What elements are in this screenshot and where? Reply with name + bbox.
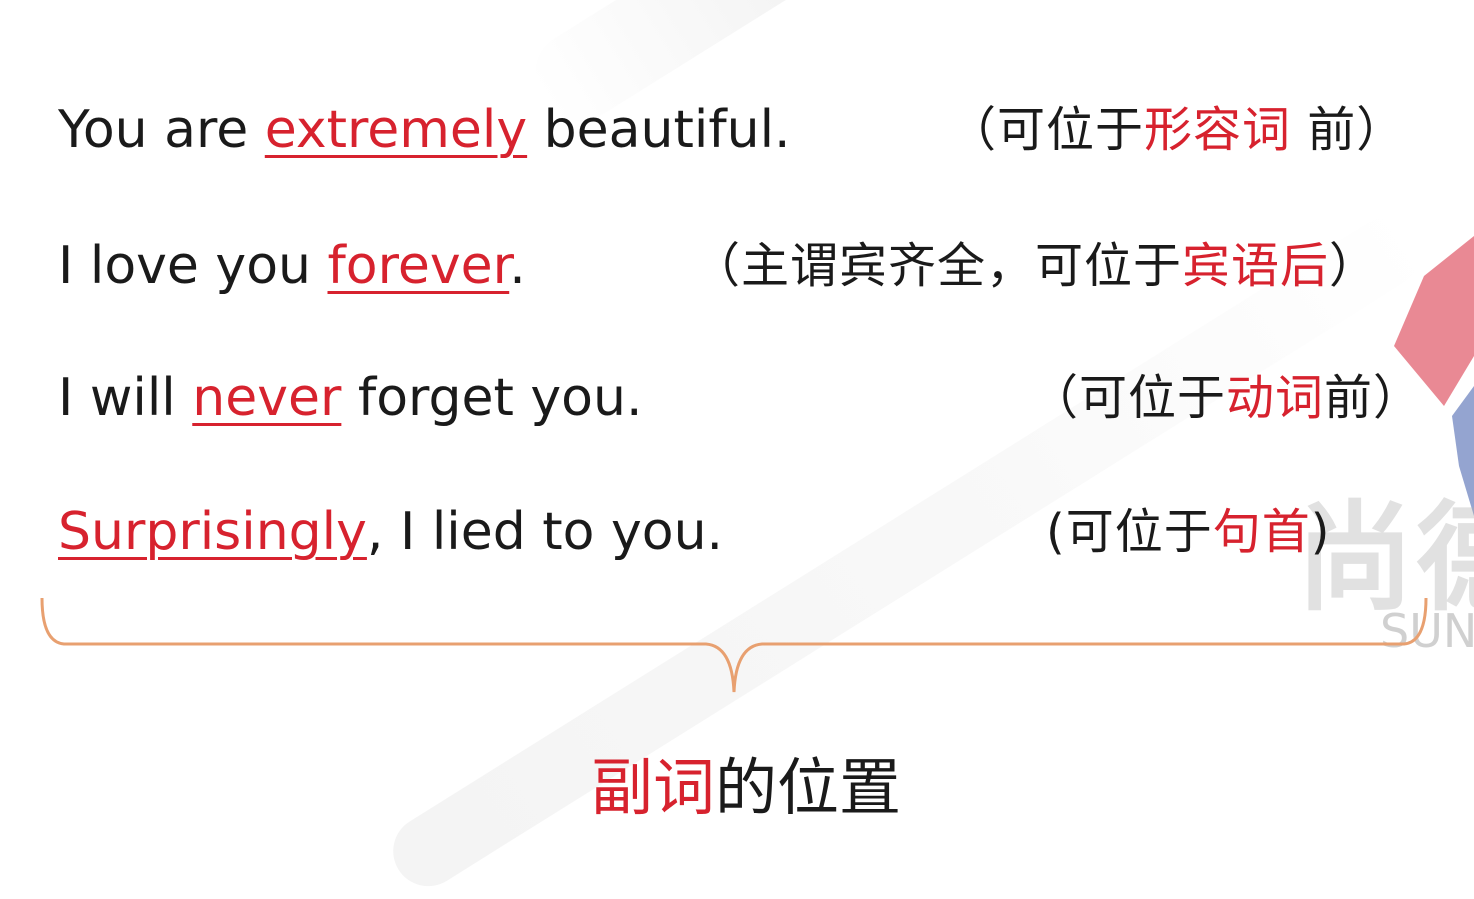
curly-brace-icon (40, 597, 1428, 693)
sentence-text: forget you. (341, 368, 643, 428)
sentence-text: I will (58, 368, 193, 428)
sentence-text: I love you (58, 236, 328, 296)
example-sentence: I love you forever. (58, 236, 526, 296)
adverb-highlight: never (192, 368, 342, 428)
sentence-text: You are (58, 100, 265, 160)
sentence-text: . (509, 236, 526, 296)
sentence-text: , I lied to you. (366, 502, 724, 562)
note-keyword: 动词 (1226, 370, 1325, 426)
note-text: (可位于 (1046, 504, 1213, 560)
title-text: 的位置 (715, 751, 902, 824)
position-note: （可位于动词前） (1030, 368, 1422, 428)
note-keyword: 形容词 (1144, 102, 1292, 158)
adverb-highlight: extremely (264, 100, 528, 160)
note-text: 前） (1291, 102, 1406, 158)
position-note: （可位于形容词 前） (948, 100, 1405, 160)
note-keyword: 句首 (1212, 504, 1311, 560)
adverb-highlight: Surprisingly (58, 502, 367, 562)
note-text: （可位于 (948, 102, 1145, 158)
example-sentence: Surprisingly, I lied to you. (58, 502, 723, 562)
note-text: ) (1310, 504, 1331, 560)
example-sentence: I will never forget you. (58, 368, 642, 428)
sentence-text: beautiful. (527, 100, 791, 160)
position-note: (可位于句首) (1046, 502, 1330, 562)
note-text: 前） (1324, 370, 1423, 426)
position-note: （主谓宾齐全，可位于宾语后） (692, 236, 1378, 296)
slide-title: 副词的位置 (0, 752, 1474, 824)
slide: 尚德 SUN You are extremely beautiful. （可位于… (0, 0, 1474, 899)
example-sentence: You are extremely beautiful. (58, 100, 791, 160)
note-text: ） (1329, 238, 1379, 294)
title-keyword: 副词 (590, 751, 715, 824)
adverb-highlight: forever (327, 236, 510, 296)
note-text: （主谓宾齐全，可位于 (692, 238, 1183, 294)
note-text: （可位于 (1030, 370, 1227, 426)
note-keyword: 宾语后 (1182, 238, 1330, 294)
